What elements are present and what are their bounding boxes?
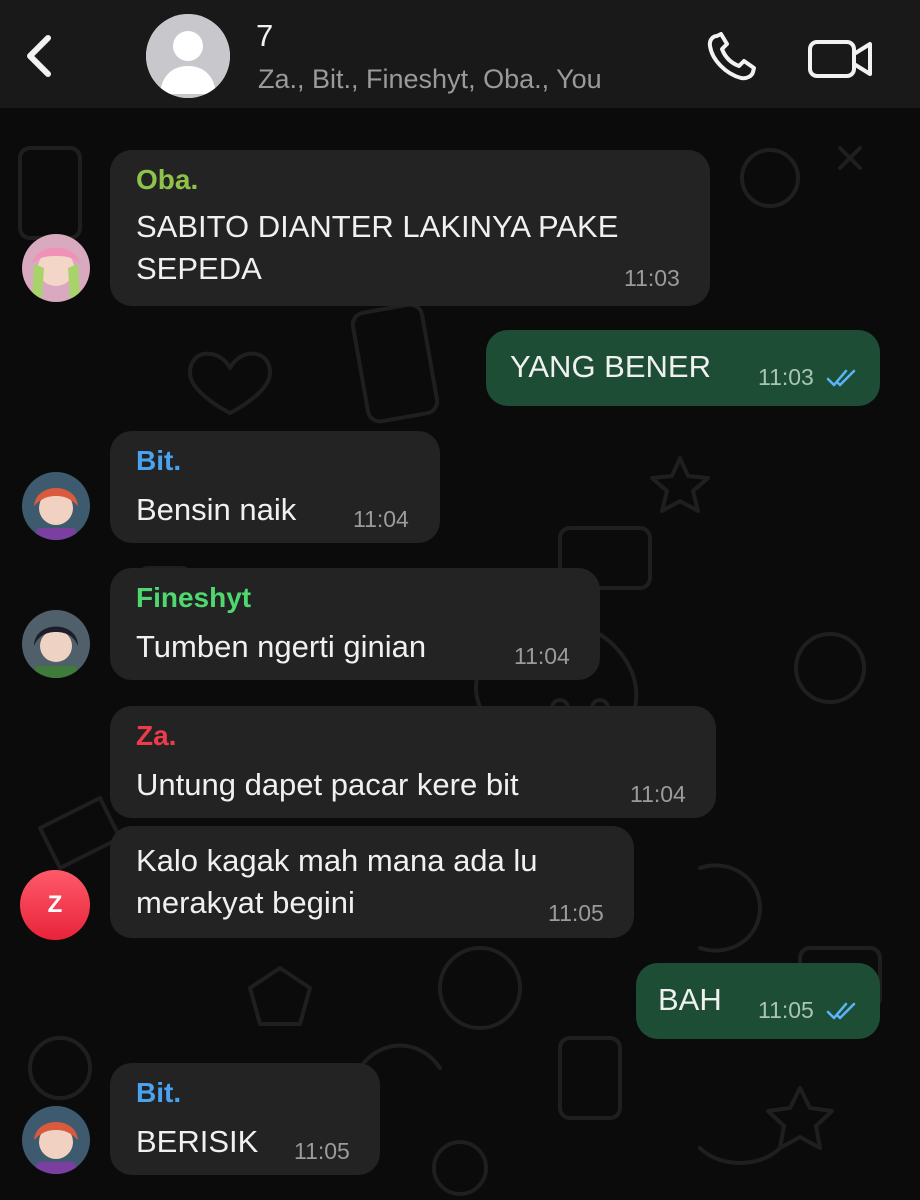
- message-time: 11:05: [758, 997, 814, 1023]
- message-time: 11:05: [548, 900, 604, 926]
- message-time: 11:04: [514, 643, 570, 669]
- read-receipt-icon: [826, 369, 856, 387]
- message-text-line: Bensin naik: [136, 492, 297, 527]
- message-list[interactable]: Oba. SABITO DIANTER LAKINYA PAKE SEPEDA …: [0, 108, 920, 1200]
- message-text-line: BAH: [658, 982, 722, 1017]
- message-bubble-outgoing[interactable]: YANG BENER 11:03: [486, 330, 880, 406]
- group-avatar[interactable]: [146, 14, 230, 98]
- message-time: 11:04: [630, 781, 686, 807]
- sender-avatar-bit[interactable]: [22, 1106, 90, 1174]
- anime-avatar-icon: [22, 472, 90, 540]
- phone-icon: [707, 32, 756, 81]
- sender-name: Oba.: [136, 164, 199, 195]
- message-text-line: SEPEDA: [136, 251, 262, 286]
- sender-name: Bit.: [136, 445, 182, 476]
- chat-header: 7 Za., Bit., Fineshyt, Oba., You: [0, 0, 920, 108]
- message-bubble[interactable]: Oba. SABITO DIANTER LAKINYA PAKE SEPEDA …: [110, 150, 710, 306]
- anime-avatar-icon: [22, 610, 90, 678]
- message-bubble[interactable]: Fineshyt Tumben ngerti ginian 11:04: [110, 568, 600, 680]
- message-time: 11:05: [294, 1138, 350, 1164]
- message-text-line: merakyat begini: [136, 885, 355, 920]
- message-text-line: Tumben ngerti ginian: [136, 629, 427, 664]
- read-receipt-icon: [826, 1002, 856, 1020]
- sender-avatar-bit[interactable]: [22, 472, 90, 540]
- anime-avatar-icon: [22, 1106, 90, 1174]
- message-bubble[interactable]: Bit. BERISIK 11:05: [110, 1063, 380, 1175]
- sender-name: Bit.: [136, 1077, 182, 1108]
- message-bubble-outgoing[interactable]: BAH 11:05: [636, 963, 880, 1039]
- sender-name: Za.: [136, 720, 177, 751]
- sender-avatar-oba[interactable]: [22, 234, 90, 302]
- chevron-left-icon: [27, 35, 51, 77]
- message-bubble[interactable]: Kalo kagak mah mana ada lu merakyat begi…: [110, 826, 634, 938]
- group-members-subtitle[interactable]: Za., Bit., Fineshyt, Oba., You: [258, 64, 602, 95]
- message-bubble[interactable]: Za. Untung dapet pacar kere bit 11:04: [110, 706, 716, 818]
- message-time: 11:03: [758, 364, 814, 390]
- group-title[interactable]: 7: [256, 18, 273, 54]
- sender-name: Fineshyt: [136, 582, 252, 613]
- voice-call-button[interactable]: [700, 28, 764, 88]
- sender-avatar-za[interactable]: Z: [20, 870, 90, 940]
- back-button[interactable]: [14, 26, 66, 86]
- message-time: 11:03: [624, 265, 680, 291]
- message-bubble[interactable]: Bit. Bensin naik 11:04: [110, 431, 440, 543]
- message-text-line: SABITO DIANTER LAKINYA PAKE: [136, 209, 619, 244]
- message-text-line: Kalo kagak mah mana ada lu: [136, 843, 538, 878]
- anime-avatar-icon: [22, 234, 90, 302]
- video-camera-icon: [808, 40, 872, 78]
- message-time: 11:04: [353, 506, 409, 532]
- video-call-button[interactable]: [804, 30, 876, 86]
- sender-avatar-fineshyt[interactable]: [22, 610, 90, 678]
- message-text-line: Untung dapet pacar kere bit: [136, 767, 519, 802]
- person-placeholder-icon: [146, 14, 230, 98]
- message-text-line: YANG BENER: [510, 349, 711, 384]
- message-text-line: BERISIK: [136, 1124, 259, 1159]
